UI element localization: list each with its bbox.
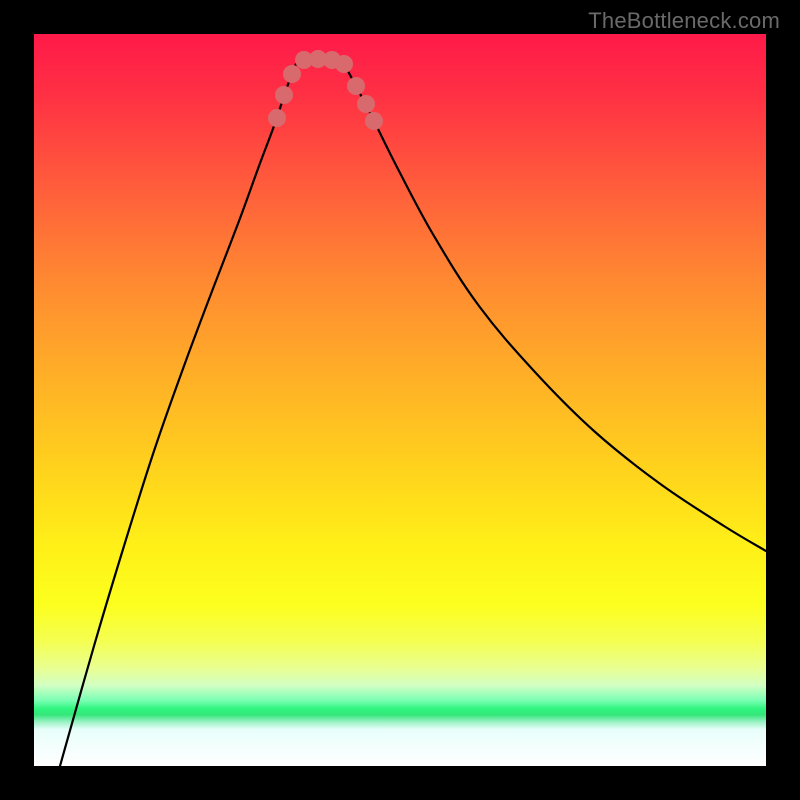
chart-frame: TheBottleneck.com <box>0 0 800 800</box>
left-curve <box>60 64 296 766</box>
data-marker <box>276 87 293 104</box>
data-marker <box>269 110 286 127</box>
data-marker <box>366 113 383 130</box>
data-marker <box>358 96 375 113</box>
chart-svg <box>34 34 766 766</box>
watermark-text: TheBottleneck.com <box>588 8 780 34</box>
data-marker <box>336 56 353 73</box>
plot-area <box>34 34 766 766</box>
data-marker <box>284 66 301 83</box>
marker-group <box>269 51 383 130</box>
data-marker <box>348 78 365 95</box>
right-curve <box>344 64 766 551</box>
